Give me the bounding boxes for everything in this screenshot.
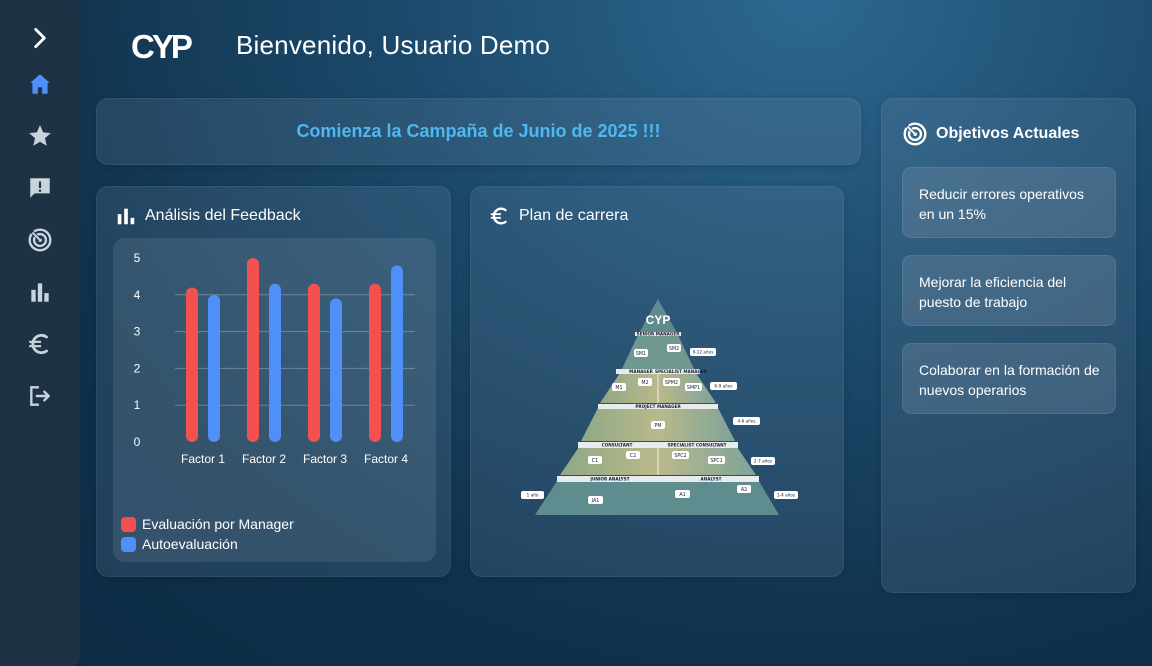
career-plan-card: Plan de carrera SENIOR MANAGER MANAGER S… [470, 186, 844, 577]
euro-icon [490, 207, 507, 225]
chart-y-tick-label: 3 [134, 325, 141, 339]
svg-text:JA1: JA1 [591, 498, 600, 504]
svg-text:CYP: CYP [646, 313, 671, 327]
home-icon [30, 74, 50, 94]
chevron-right-icon [34, 27, 46, 49]
feedback-icon [30, 178, 50, 198]
feedback-title-text: Análisis del Feedback [145, 207, 301, 224]
sidebar-item-salary[interactable] [26, 330, 54, 358]
svg-text:PM: PM [654, 423, 661, 429]
chart-x-tick-label: Factor 4 [364, 452, 408, 466]
chart-y-tick-label: 4 [134, 288, 141, 302]
page-title: Bienvenido, Usuario Demo [236, 30, 551, 60]
legend-item-manager[interactable]: Evaluación por Manager [121, 514, 294, 534]
star-icon [29, 125, 51, 146]
logout-icon [30, 386, 50, 406]
objectives-title-text: Objetivos Actuales [936, 125, 1080, 142]
chart-legend: Evaluación por Manager Autoevaluación [121, 514, 294, 554]
sidebar-item-analytics[interactable] [26, 278, 54, 306]
chart-bar [330, 298, 342, 442]
svg-text:1 año: 1 año [527, 493, 539, 498]
chart-y-tick-label: 5 [134, 251, 141, 265]
svg-text:M1: M1 [615, 385, 622, 391]
svg-text:SPM2: SPM2 [665, 380, 678, 386]
banner-text: Comienza la Campaña de Junio de 2025 !!! [296, 121, 661, 141]
svg-text:A1: A1 [679, 492, 685, 498]
campaign-banner: Comienza la Campaña de Junio de 2025 !!! [96, 98, 861, 165]
svg-text:C2: C2 [630, 453, 636, 459]
sidebar-item-objectives[interactable] [26, 226, 54, 254]
chart-x-tick-label: Factor 2 [242, 452, 286, 466]
chart-x-tick-label: Factor 1 [181, 452, 225, 466]
svg-text:4-6 años: 4-6 años [737, 419, 755, 424]
svg-text:SMP1: SMP1 [687, 385, 700, 391]
objective-item[interactable]: Mejorar la eficiencia del puesto de trab… [902, 255, 1116, 326]
svg-text:M2: M2 [641, 380, 648, 386]
sidebar-item-home[interactable] [26, 70, 54, 98]
company-logo: CYP [131, 28, 194, 64]
svg-text:9-12 años: 9-12 años [693, 350, 714, 355]
sidebar-toggle-button[interactable] [26, 24, 54, 52]
pyramid-tier-senior-manager [621, 335, 695, 371]
sidebar-item-logout[interactable] [26, 382, 54, 410]
svg-text:PROJECT MANAGER: PROJECT MANAGER [635, 404, 681, 409]
legend-swatch [121, 516, 136, 532]
chart-bar [269, 283, 281, 442]
objectives-card-title: Objetivos Actuales [902, 121, 1079, 147]
objective-item[interactable]: Colaborar en la formación de nuevos oper… [902, 343, 1116, 414]
euro-icon [29, 333, 48, 355]
svg-text:SPECIALIST CONSULTANT: SPECIALIST CONSULTANT [667, 443, 726, 448]
objectives-card: Objetivos Actuales Reducir errores opera… [881, 98, 1136, 593]
svg-text:JUNIOR ANALYST: JUNIOR ANALYST [589, 477, 629, 482]
legend-label: Autoevaluación [142, 536, 238, 552]
career-card-title: Plan de carrera [489, 205, 628, 227]
chart-y-tick-label: 0 [134, 435, 141, 449]
chart-bar [247, 258, 259, 442]
svg-text:C1: C1 [592, 458, 598, 464]
feedback-card-title: Análisis del Feedback [115, 205, 301, 227]
chart-x-tick-label: Factor 3 [303, 452, 347, 466]
bar-chart-icon [117, 208, 135, 225]
svg-text:SPC2: SPC2 [674, 453, 686, 459]
bar-chart-icon [31, 283, 49, 302]
svg-text:SPECIALIST MANAGER: SPECIALIST MANAGER [655, 369, 708, 374]
feedback-chart: 0 1 2 3 4 5 Factor 1 Factor 2 Factor 3 Factor 4 E… [113, 238, 436, 562]
career-pyramid: SENIOR MANAGER MANAGER SPECIALIST MANAGE… [521, 299, 798, 515]
chart-bar [208, 294, 220, 442]
sidebar-item-favorites[interactable] [26, 122, 54, 150]
svg-text:1-4 años: 1-4 años [777, 493, 795, 498]
feedback-chart-svg: 0 1 2 3 4 5 Factor 1 Factor 2 Factor 3 Factor 4 [134, 251, 415, 466]
svg-text:SM1: SM1 [636, 351, 646, 357]
svg-text:SENIOR MANAGER: SENIOR MANAGER [637, 332, 681, 337]
chart-bar [186, 287, 198, 442]
svg-text:SPC1: SPC1 [710, 458, 722, 464]
objective-item[interactable]: Reducir errores operativos en un 15% [902, 167, 1116, 238]
target-icon [903, 122, 927, 146]
sidebar [0, 0, 80, 666]
career-title-text: Plan de carrera [519, 207, 629, 224]
chart-bar [391, 265, 403, 442]
legend-item-self[interactable]: Autoevaluación [121, 534, 294, 554]
svg-text:CYP: CYP [131, 28, 192, 64]
chart-bar [308, 283, 320, 442]
svg-text:ANALYST: ANALYST [701, 477, 722, 482]
legend-swatch [121, 536, 136, 552]
chart-bar [369, 283, 381, 442]
svg-text:2-7 años: 2-7 años [754, 459, 772, 464]
svg-text:SM2: SM2 [669, 346, 679, 352]
svg-text:A2: A2 [741, 487, 747, 493]
chart-y-tick-label: 1 [134, 398, 141, 412]
svg-text:6-9 años: 6-9 años [714, 384, 732, 389]
target-icon [28, 228, 52, 252]
svg-text:MANAGER: MANAGER [629, 369, 653, 374]
feedback-card: Análisis del Feedback 0 1 2 3 4 5 Factor 1 Fact… [96, 186, 451, 577]
chart-y-tick-label: 2 [134, 361, 141, 375]
sidebar-item-feedback[interactable] [26, 174, 54, 202]
legend-label: Evaluación por Manager [142, 516, 294, 532]
svg-text:CONSULTANT: CONSULTANT [602, 443, 633, 448]
